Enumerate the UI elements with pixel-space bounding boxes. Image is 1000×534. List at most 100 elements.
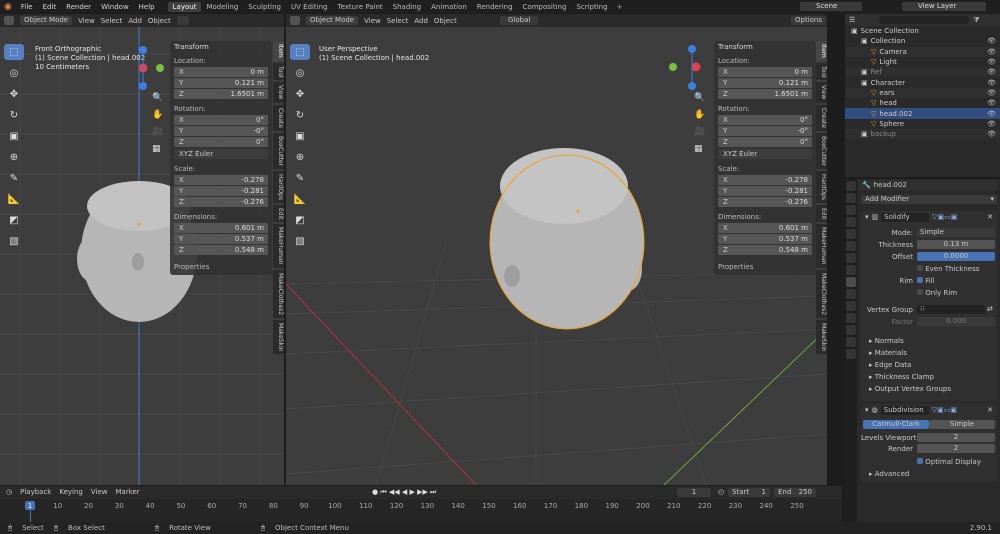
right-rotation-y-field[interactable]: Y -0° (718, 126, 812, 136)
workspace-tab-scripting[interactable]: Scripting (571, 2, 612, 12)
left-tab-view[interactable]: View (273, 82, 284, 103)
render-tab-icon[interactable] (846, 193, 856, 203)
right-tab-makeclothes2[interactable]: MakeClothes2 (816, 269, 827, 318)
start-frame-field[interactable]: Start 1 (728, 488, 770, 497)
physics-tab-icon[interactable] (846, 301, 856, 311)
visibility-eye-icon[interactable]: 👁 (987, 89, 1000, 97)
outliner-row-ref[interactable]: ▣ Ref 👁 (845, 67, 1000, 78)
left-dimensions-y-field[interactable]: Y 0.537 m (174, 234, 268, 244)
right-tab-view[interactable]: View (816, 82, 827, 103)
constraints-tab-icon[interactable] (846, 313, 856, 323)
timeline-scrub-area[interactable]: 1 10 20 30 40 50 60 70 80 90 100 110 120 130 140 150 160… (0, 499, 842, 522)
right-tab-makeskin[interactable]: MakeSkin (816, 319, 827, 355)
scene-selector[interactable]: Scene (800, 2, 862, 11)
clock-icon[interactable]: ◷ (6, 488, 12, 496)
left-tab-item[interactable]: Item (273, 41, 284, 61)
grid-icon[interactable]: ▦ (152, 141, 163, 158)
view-layer-selector[interactable]: View Layer (902, 2, 986, 11)
levels-viewport-field[interactable]: 2 (917, 433, 995, 442)
left-scale-x-field[interactable]: X -0.278 (174, 175, 268, 185)
subpanel-thickness-clamp[interactable]: ▸ Thickness Clamp (869, 371, 951, 383)
left-tab-tool[interactable]: Tool (273, 62, 284, 81)
toggle-edit-icon[interactable]: ▽▣▭▣ (932, 213, 957, 221)
workspace-tab-animation[interactable]: Animation (426, 2, 472, 12)
workspace-tab-shading[interactable]: Shading (388, 2, 426, 12)
render-levels-field[interactable]: 2 (917, 444, 995, 453)
right-scale-z-field[interactable]: Z -0.276 (718, 197, 812, 207)
transform-tool-icon[interactable]: ⊕ (290, 149, 310, 165)
workspace-tab-modeling[interactable]: Modeling (201, 2, 243, 12)
right-tab-hardops[interactable]: HardOps (816, 170, 827, 203)
visibility-eye-icon[interactable]: 👁 (987, 110, 1000, 118)
menu-select[interactable]: Select (101, 17, 123, 25)
left-dimensions-z-field[interactable]: Z 0.548 m (174, 245, 268, 255)
timeline-menu-keying[interactable]: Keying (59, 488, 83, 496)
tool-tab-icon[interactable] (846, 181, 856, 191)
left-rotation-y-field[interactable]: Y -0° (174, 126, 268, 136)
add-modifier-button[interactable]: Add Modifier ▾ (861, 195, 997, 204)
menu-select[interactable]: Select (387, 17, 409, 25)
left-tab-makehuman[interactable]: MakeHuman (273, 224, 284, 268)
visibility-eye-icon[interactable]: 👁 (987, 37, 1000, 45)
scene-tab-icon[interactable] (846, 229, 856, 239)
menu-add[interactable]: Add (128, 17, 142, 25)
left-tab-hardops[interactable]: HardOps (273, 170, 284, 203)
timeline-menu-playback[interactable]: Playback (20, 488, 51, 496)
hardops-tool-icon[interactable]: ▧ (4, 233, 24, 249)
workspace-tab-texture-paint[interactable]: Texture Paint (333, 2, 388, 12)
catmull-clark-tab[interactable]: Catmull-Clark (863, 420, 929, 429)
right-tab-boxcutter[interactable]: BoxCutter (816, 132, 827, 169)
measure-tool-icon[interactable]: 📐 (290, 191, 310, 207)
transform-orientation[interactable]: Global (500, 16, 539, 25)
material-tab-icon[interactable] (846, 337, 856, 347)
invert-icon[interactable]: ⇄ (987, 305, 993, 313)
close-icon[interactable]: ✕ (987, 406, 997, 414)
world-tab-icon[interactable] (846, 241, 856, 251)
outliner-row-head-002[interactable]: ▽ head.002 👁 (845, 108, 1000, 119)
end-frame-field[interactable]: End 250 (774, 488, 816, 497)
visibility-eye-icon[interactable]: 👁 (987, 120, 1000, 128)
output-tab-icon[interactable] (846, 205, 856, 215)
outliner-row-light[interactable]: ▽ Light 👁 (845, 57, 1000, 67)
pan-hand-icon[interactable]: ✋ (152, 107, 163, 124)
toggle-edit-icon[interactable]: ▽▣▭▣ (932, 406, 957, 414)
scale-tool-icon[interactable]: ▣ (4, 128, 24, 144)
left-location-x-field[interactable]: X 0 m (174, 67, 268, 77)
add-workspace-icon[interactable]: + (617, 3, 623, 11)
move-tool-icon[interactable]: ✥ (4, 86, 24, 102)
left-scale-z-field[interactable]: Z -0.276 (174, 197, 268, 207)
menu-object[interactable]: Object (148, 17, 171, 25)
vertex-group-field[interactable]: ⁝⁝ (917, 305, 985, 314)
left-tab-edit[interactable]: Edit (273, 204, 284, 223)
outliner-row-head[interactable]: ▽ head 👁 (845, 98, 1000, 108)
left-transform-title[interactable]: Transform (174, 43, 268, 51)
menu-edit[interactable]: Edit (38, 3, 62, 11)
grid-icon[interactable]: ▦ (694, 141, 705, 158)
collection-tab-icon[interactable] (846, 253, 856, 263)
factor-field[interactable]: 0.000 (917, 317, 995, 326)
left-dimensions-x-field[interactable]: X 0.601 m (174, 223, 268, 233)
mode-dropdown[interactable]: Simple (917, 228, 995, 237)
mode-selector[interactable]: Object Mode (306, 16, 359, 25)
editor-type-icon[interactable] (4, 16, 14, 25)
left-scale-y-field[interactable]: Y -0.281 (174, 186, 268, 196)
right-scale-x-field[interactable]: X -0.278 (718, 175, 812, 185)
menu-help[interactable]: Help (134, 3, 160, 11)
workspace-tab-compositing[interactable]: Compositing (518, 2, 572, 12)
boxcutter-tool-icon[interactable]: ◩ (4, 212, 24, 228)
left-tab-boxcutter[interactable]: BoxCutter (273, 132, 284, 169)
right-tab-create[interactable]: Create (816, 104, 827, 131)
outliner-root[interactable]: ▣ Scene Collection (845, 26, 1000, 36)
visibility-eye-icon[interactable]: 👁 (987, 99, 1000, 107)
particles-tab-icon[interactable] (846, 289, 856, 299)
collapse-arrow-icon[interactable]: ▾ (865, 406, 869, 414)
rotate-tool-icon[interactable]: ↻ (4, 107, 24, 123)
pivot-icon[interactable] (176, 16, 189, 25)
right-rotation-mode-dropdown[interactable]: XYZ Euler (718, 149, 812, 159)
subpanel-edge-data[interactable]: ▸ Edge Data (869, 359, 951, 371)
right-transform-title[interactable]: Transform (718, 43, 812, 51)
thickness-field[interactable]: 0.13 m (917, 240, 995, 249)
right-rotation-z-field[interactable]: Z 0° (718, 137, 812, 147)
options-dropdown[interactable]: Options (791, 16, 827, 25)
left-properties-subpanel[interactable]: Properties (174, 263, 268, 271)
